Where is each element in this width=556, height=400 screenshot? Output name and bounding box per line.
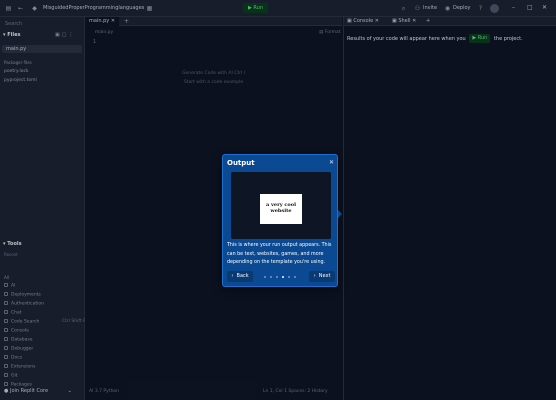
step-dot [276,276,278,278]
website-preview-card: a very cool website [260,194,302,224]
back-button[interactable]: ‹ Back [227,271,253,282]
step-dot [282,276,284,278]
step-dot [294,276,296,278]
dialog-title: Output [227,159,255,167]
output-illustration: a very cool website [231,172,331,239]
dialog-pointer [338,210,342,218]
step-dot [288,276,290,278]
next-button[interactable]: › Next [309,271,335,282]
tour-dialog: Output ✕ a very cool website This is whe… [222,154,342,287]
step-dot [270,276,272,278]
close-icon[interactable]: ✕ [329,159,334,166]
step-dot [264,276,266,278]
dialog-body: This is where your run output appears. T… [227,243,332,266]
